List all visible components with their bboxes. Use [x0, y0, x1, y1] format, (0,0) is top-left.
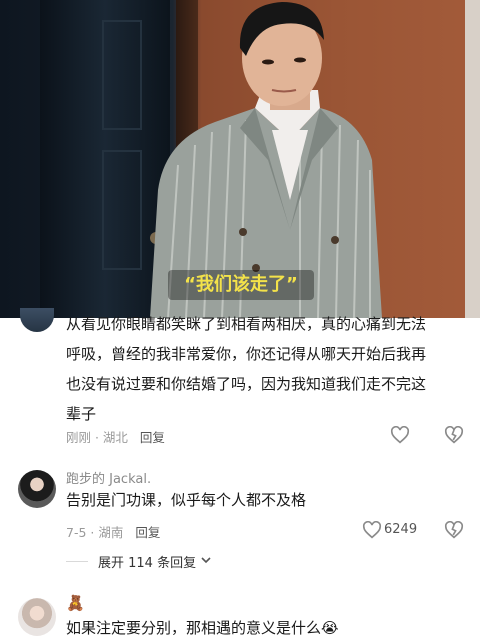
- expand-replies-label: 展开 114 条回复: [98, 556, 197, 571]
- reply-button[interactable]: 回复: [135, 522, 160, 541]
- subtitle-caption: “我们该走了”: [168, 270, 314, 300]
- comment-text: 告别是门功课，似乎每个人都不及格: [66, 491, 307, 509]
- broken-heart-icon[interactable]: [444, 425, 464, 448]
- comment-meta: 7-5 · 湖南 回复: [66, 522, 160, 541]
- comment-text: 如果注定要分别，那相遇的意义是什么😭: [66, 619, 339, 637]
- chevron-down-icon: [200, 554, 212, 569]
- comment-time-location: 刚刚 · 湖北: [66, 430, 128, 445]
- comment-list: 从看见你眼睛都笑眯了到相看两相厌，真的心痛到无法 呼吸，曾经的我非常爱你，你还记…: [0, 308, 480, 640]
- commenter-avatar[interactable]: [18, 598, 56, 636]
- video-frame[interactable]: “我们该走了”: [0, 0, 480, 318]
- comment-meta: 刚刚 · 湖北 回复: [66, 427, 165, 446]
- heart-outline-icon[interactable]: [390, 425, 410, 448]
- comment-username-emoji[interactable]: 🧸: [66, 594, 85, 612]
- commenter-avatar[interactable]: [18, 470, 56, 508]
- heart-outline-icon[interactable]: [362, 520, 382, 543]
- comment-text: 从看见你眼睛都笑眯了到相看两相厌，真的心痛到无法 呼吸，曾经的我非常爱你，你还记…: [66, 315, 427, 423]
- comment-username[interactable]: 跑步的 Jackal.: [66, 468, 151, 487]
- commenter-avatar[interactable]: [20, 308, 54, 332]
- comment-time-location: 7-5 · 湖南: [66, 525, 124, 540]
- like-count: 6249: [384, 522, 418, 537]
- reply-button[interactable]: 回复: [140, 427, 165, 446]
- expand-replies-button[interactable]: 展开 114 条回复: [66, 552, 212, 571]
- broken-heart-icon[interactable]: [444, 520, 464, 543]
